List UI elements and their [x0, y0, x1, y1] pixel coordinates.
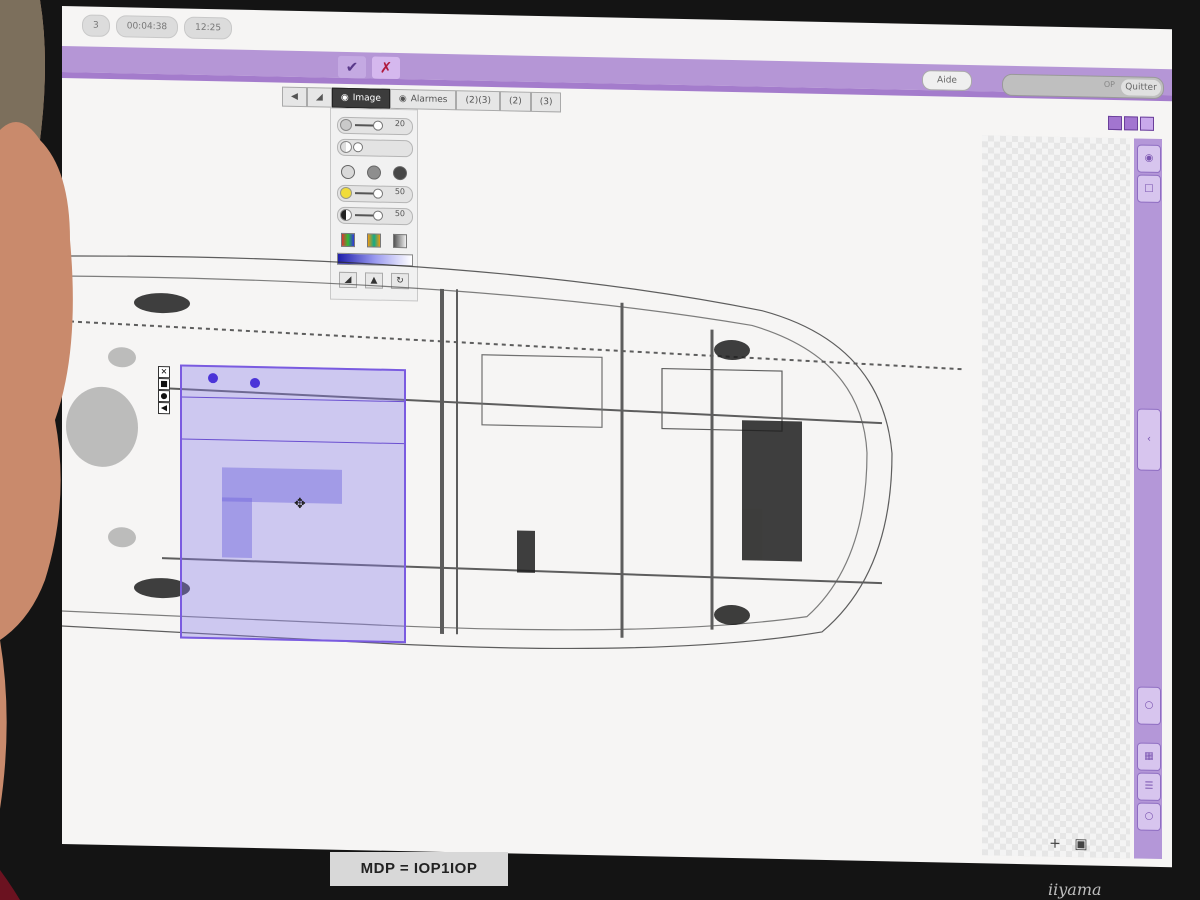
front-wheel-right [714, 605, 750, 626]
selection-tools: ✕ ■ ● ◀ [158, 366, 178, 415]
plus-icon: + [1049, 835, 1061, 852]
reject-button[interactable]: ✗ [372, 56, 400, 80]
tab-alarms[interactable]: ◉ Alarmes [389, 88, 457, 111]
window-minimize-button[interactable] [1108, 115, 1122, 131]
lock-selection-button[interactable]: ■ [158, 378, 170, 391]
tab-view-3-label: (3) [539, 97, 553, 108]
selection-region[interactable] [180, 364, 406, 644]
fit-frame-icon: ▣ [1074, 836, 1088, 853]
nav-back-button[interactable]: ◀ [282, 86, 307, 108]
document-icon: □ [1144, 182, 1154, 194]
battery [517, 530, 535, 573]
accept-button[interactable]: ✔ [338, 55, 366, 79]
window-restore-button[interactable] [1124, 116, 1138, 131]
monitor-brand-logo: iiyama [1048, 880, 1102, 899]
window-close-button[interactable] [1140, 116, 1154, 131]
right-sidebar: ◉ □ ‹ ○ ▦ ☰ ○ [1134, 138, 1162, 860]
counter-pill: 3 [82, 14, 110, 37]
overscan-area [982, 135, 1130, 859]
layers-icon: ☰ [1144, 780, 1154, 792]
wedge-icon: ◢ [315, 92, 323, 103]
help-button[interactable]: Aide [922, 70, 972, 92]
fit-view-button[interactable]: ▣ [1072, 835, 1090, 853]
status-bar: 3 00:04:38 12:25 [82, 14, 233, 40]
triangle-left-icon: ◀ [291, 91, 298, 102]
camera-button[interactable]: ● [158, 390, 170, 403]
circle-icon: ○ [1144, 810, 1154, 822]
sound-button[interactable]: ◀ [158, 402, 170, 415]
tab-image-label: Image [352, 93, 381, 104]
sidebar-tool-3-button[interactable]: ☰ [1137, 772, 1161, 802]
tab-view-23-label: (2)(3) [465, 95, 491, 106]
tab-view-2[interactable]: (2) [499, 91, 531, 112]
tab-view-3[interactable]: (3) [530, 91, 562, 113]
quit-button[interactable]: Quitter [1121, 79, 1161, 97]
quit-hint: OP [1103, 79, 1115, 90]
sidebar-collapse-button[interactable]: ‹ [1137, 408, 1161, 472]
password-sticker: MDP = IOP1IOP [330, 852, 508, 886]
engine-block [742, 420, 802, 562]
tab-view-23[interactable]: (2)(3) [456, 90, 500, 112]
eye-icon: ◉ [1144, 152, 1154, 164]
sidebar-tool-4-button[interactable]: ○ [1137, 802, 1161, 832]
move-cursor-icon: ✥ [294, 495, 306, 513]
chevron-left-icon: ‹ [1147, 433, 1151, 445]
highlighted-object-grip [222, 497, 252, 558]
grid-icon: ▦ [1144, 750, 1154, 762]
sidebar-tool-1-button[interactable]: ○ [1137, 686, 1161, 726]
corner-tools: + ▣ [1042, 807, 1102, 858]
cross-icon: ✗ [379, 58, 393, 77]
image-icon: ◉ [340, 92, 349, 104]
speaker-icon: ◀ [160, 403, 168, 413]
quit-group: OP Quitter [1002, 73, 1164, 100]
rear-wheel-left [134, 293, 190, 314]
sidebar-eye-button[interactable]: ◉ [1137, 144, 1161, 174]
camera-icon: ● [160, 391, 168, 401]
tab-view-2-label: (2) [508, 96, 522, 107]
check-icon: ✔ [345, 57, 359, 77]
marker-dot [208, 373, 218, 384]
close-icon: ✕ [160, 367, 168, 377]
zoom-in-button[interactable]: + [1046, 835, 1064, 853]
clock: 12:25 [184, 16, 233, 40]
nav-wedge-button[interactable]: ◢ [306, 87, 332, 108]
scanner-screen: 3 00:04:38 12:25 ✔ ✗ Aide OP Quitter ◀ ◢… [62, 6, 1172, 868]
tool-icon: ○ [1144, 699, 1154, 711]
tab-image[interactable]: ◉ Image [331, 87, 390, 109]
delete-selection-button[interactable]: ✕ [158, 366, 170, 379]
elapsed-time: 00:04:38 [115, 15, 179, 39]
sidebar-tool-2-button[interactable]: ▦ [1137, 742, 1161, 772]
tool-tabs: ◀ ◢ ◉ Image ◉ Alarmes (2)(3) (2) (3) [282, 86, 562, 113]
sidebar-doc-button[interactable]: □ [1137, 174, 1161, 204]
marker-dot [250, 377, 260, 389]
front-wheel-left [714, 340, 750, 361]
alarm-icon: ◉ [398, 94, 407, 105]
tab-alarms-label: Alarmes [410, 94, 448, 106]
lock-icon: ■ [160, 379, 168, 389]
